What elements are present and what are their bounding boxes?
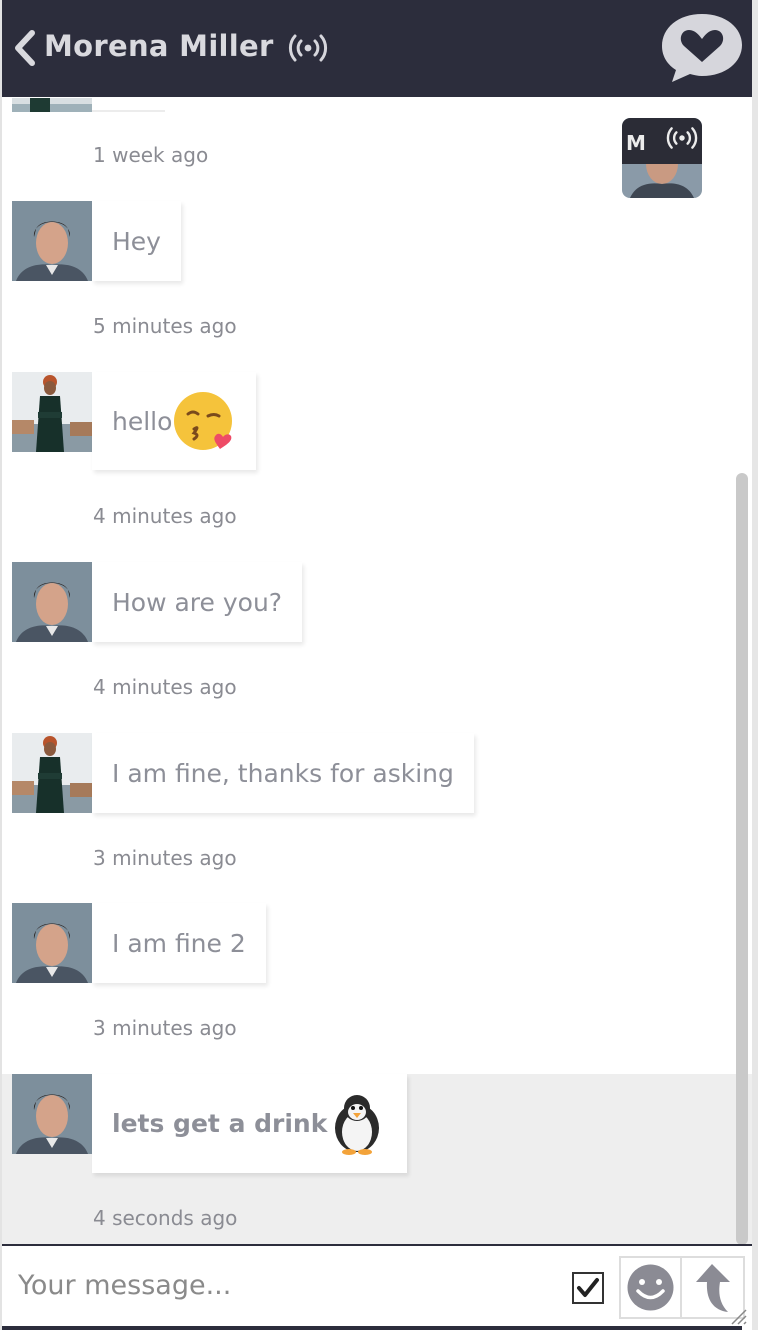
message-text: How are you? xyxy=(112,587,283,617)
avatar[interactable] xyxy=(12,903,92,983)
message-text: Hey xyxy=(112,226,161,256)
earlier-message-partial xyxy=(2,97,172,112)
kissing-face-emoji xyxy=(174,392,233,450)
avatar[interactable] xyxy=(12,733,92,813)
message-bubble: lets get a drink xyxy=(92,1074,408,1173)
resize-grip-icon[interactable] xyxy=(728,1306,748,1326)
chat-window: Morena Miller 1 week ago M Hey 5 minutes… xyxy=(0,0,758,1330)
broadcast-icon xyxy=(288,34,328,62)
chat-heart-icon[interactable] xyxy=(658,10,746,84)
divider xyxy=(2,1326,742,1330)
message-bubble: I am fine, thanks for asking xyxy=(92,733,474,813)
message-text: hello xyxy=(112,406,173,436)
timestamp: 3 minutes ago xyxy=(93,846,237,870)
message-bubble: I am fine 2 xyxy=(92,903,266,983)
chat-title[interactable]: Morena Miller xyxy=(44,29,274,63)
message-text: I am fine, thanks for asking xyxy=(112,758,454,788)
current-user-initial: M xyxy=(626,131,646,155)
message-list[interactable]: 1 week ago M Hey 5 minutes ago hello 4 m… xyxy=(2,97,752,1245)
smiley-icon xyxy=(627,1264,674,1311)
avatar[interactable] xyxy=(12,372,92,452)
chevron-left-icon[interactable] xyxy=(10,28,40,68)
message-text: I am fine 2 xyxy=(112,928,246,958)
chat-header: Morena Miller xyxy=(2,0,752,97)
avatar[interactable] xyxy=(12,1074,92,1154)
timestamp: 1 week ago xyxy=(93,143,209,167)
check-icon xyxy=(577,1278,599,1297)
message-bubble: hello xyxy=(92,372,257,470)
message-input[interactable] xyxy=(2,1246,562,1324)
broadcast-icon xyxy=(666,127,698,149)
current-user-avatar[interactable]: M xyxy=(622,118,702,198)
timestamp: 3 minutes ago xyxy=(93,1016,237,1040)
timestamp: 4 seconds ago xyxy=(93,1206,238,1230)
message-bubble: Hey xyxy=(92,201,181,281)
timestamp: 4 minutes ago xyxy=(93,504,237,528)
message-bubble: How are you? xyxy=(92,562,303,642)
enter-to-send-checkbox[interactable] xyxy=(572,1272,604,1304)
penguin-emoji xyxy=(335,1094,380,1155)
avatar[interactable] xyxy=(12,562,92,642)
avatar[interactable] xyxy=(12,201,92,281)
message-composer xyxy=(2,1244,752,1330)
timestamp: 4 minutes ago xyxy=(93,675,237,699)
emoji-button[interactable] xyxy=(619,1256,682,1319)
scrollbar[interactable] xyxy=(736,473,748,1245)
message-text: lets get a drink xyxy=(112,1109,328,1138)
timestamp: 5 minutes ago xyxy=(93,314,237,338)
